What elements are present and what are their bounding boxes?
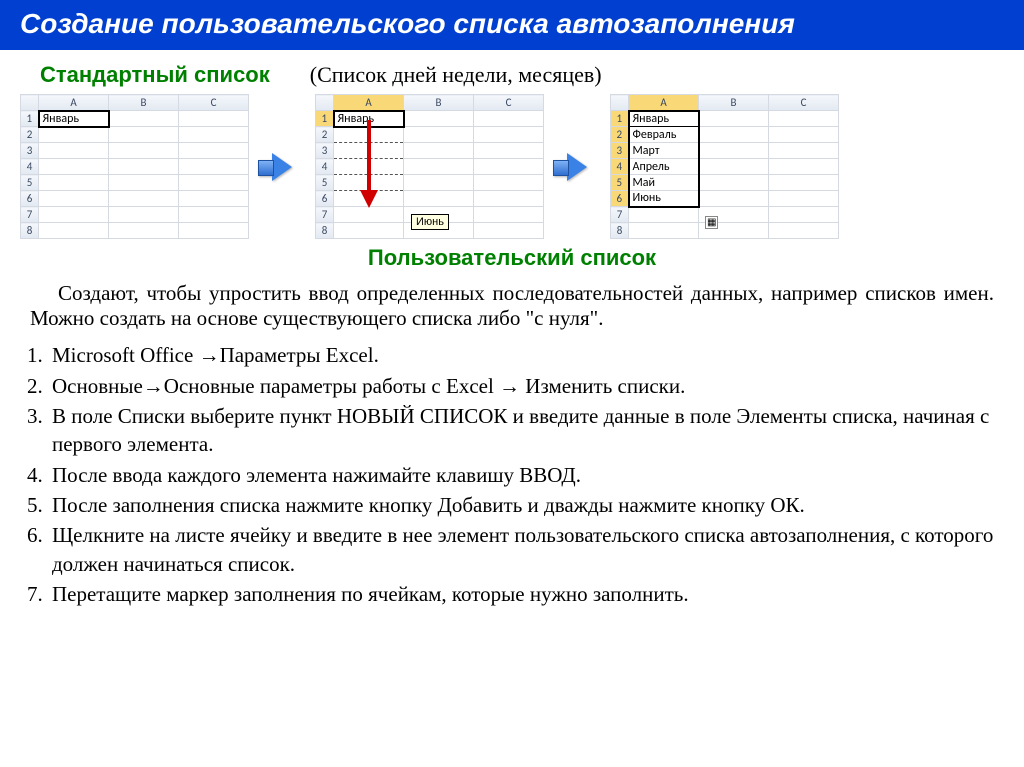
- col-header: B: [699, 95, 769, 111]
- cell: Апрель: [629, 159, 699, 175]
- row-header: 1: [316, 111, 334, 127]
- row-header: 4: [611, 159, 629, 175]
- subtitle-row: Стандартный список (Список дней недели, …: [0, 62, 1024, 88]
- col-header: A: [39, 95, 109, 111]
- row-header: 5: [21, 175, 39, 191]
- excel-examples-row: A B C 1Январь 2 3 4 5 6 7 8 A B C 1Январ…: [0, 94, 1024, 239]
- standard-list-subtitle: (Список дней недели, месяцев): [310, 62, 602, 88]
- excel-grid-1: A B C 1Январь 2 3 4 5 6 7 8: [20, 94, 249, 239]
- excel-grid-3-wrap: A B C 1Январь 2Февраль 3Март 4Апрель 5Ма…: [610, 94, 839, 239]
- col-header: A: [334, 95, 404, 111]
- body-paragraph: Создают, чтобы упростить ввод определенн…: [0, 281, 1024, 331]
- row-header: 7: [611, 207, 629, 223]
- row-header: 7: [21, 207, 39, 223]
- steps-list: Microsoft Office →Параметры Excel. Основ…: [0, 341, 1024, 608]
- step-item: Основные→Основные параметры работы с Exc…: [48, 372, 994, 400]
- row-header: 1: [611, 111, 629, 127]
- step-item: После заполнения списка нажмите кнопку Д…: [48, 491, 994, 519]
- corner-cell: [316, 95, 334, 111]
- col-header: A: [629, 95, 699, 111]
- standard-list-title: Стандартный список: [40, 62, 270, 88]
- autofill-options-icon[interactable]: ▦: [705, 216, 718, 229]
- col-header: B: [404, 95, 474, 111]
- cell: Март: [629, 143, 699, 159]
- col-header: C: [474, 95, 544, 111]
- cell: Январь: [629, 111, 699, 127]
- row-header: 1: [21, 111, 39, 127]
- excel-grid-3: A B C 1Январь 2Февраль 3Март 4Апрель 5Ма…: [610, 94, 839, 239]
- row-header: 2: [21, 127, 39, 143]
- row-header: 2: [611, 127, 629, 143]
- row-header: 6: [21, 191, 39, 207]
- fill-tooltip: Июнь: [411, 214, 449, 230]
- row-header: 3: [21, 143, 39, 159]
- row-header: 8: [611, 223, 629, 239]
- page-title: Создание пользовательского списка автоза…: [0, 0, 1024, 50]
- row-header: 3: [316, 143, 334, 159]
- excel-grid-1-wrap: A B C 1Январь 2 3 4 5 6 7 8: [20, 94, 249, 239]
- cell: Май: [629, 175, 699, 191]
- user-list-title: Пользовательский список: [0, 245, 1024, 271]
- row-header: 3: [611, 143, 629, 159]
- excel-grid-2-wrap: A B C 1Январь 2 3 4 5 6 7 8 Июнь: [315, 94, 544, 239]
- row-header: 5: [316, 175, 334, 191]
- cell: Июнь: [629, 191, 699, 207]
- row-header: 6: [611, 191, 629, 207]
- row-header: 4: [316, 159, 334, 175]
- corner-cell: [21, 95, 39, 111]
- row-header: 5: [611, 175, 629, 191]
- col-header: B: [109, 95, 179, 111]
- row-header: 2: [316, 127, 334, 143]
- step-item: После ввода каждого элемента нажимайте к…: [48, 461, 994, 489]
- row-header: 8: [21, 223, 39, 239]
- drag-down-arrow-icon: [355, 116, 395, 216]
- arrow-right-icon: [552, 149, 602, 185]
- cell: Февраль: [629, 127, 699, 143]
- row-header: 8: [316, 223, 334, 239]
- step-item: Microsoft Office →Параметры Excel.: [48, 341, 994, 369]
- row-header: 7: [316, 207, 334, 223]
- cell-a1: Январь: [39, 111, 109, 127]
- row-header: 4: [21, 159, 39, 175]
- step-item: Перетащите маркер заполнения по ячейкам,…: [48, 580, 994, 608]
- step-item: В поле Списки выберите пункт НОВЫЙ СПИСО…: [48, 402, 994, 459]
- arrow-right-icon: [257, 149, 307, 185]
- row-header: 6: [316, 191, 334, 207]
- step-item: Щелкните на листе ячейку и введите в нее…: [48, 521, 994, 578]
- corner-cell: [611, 95, 629, 111]
- col-header: C: [179, 95, 249, 111]
- col-header: C: [769, 95, 839, 111]
